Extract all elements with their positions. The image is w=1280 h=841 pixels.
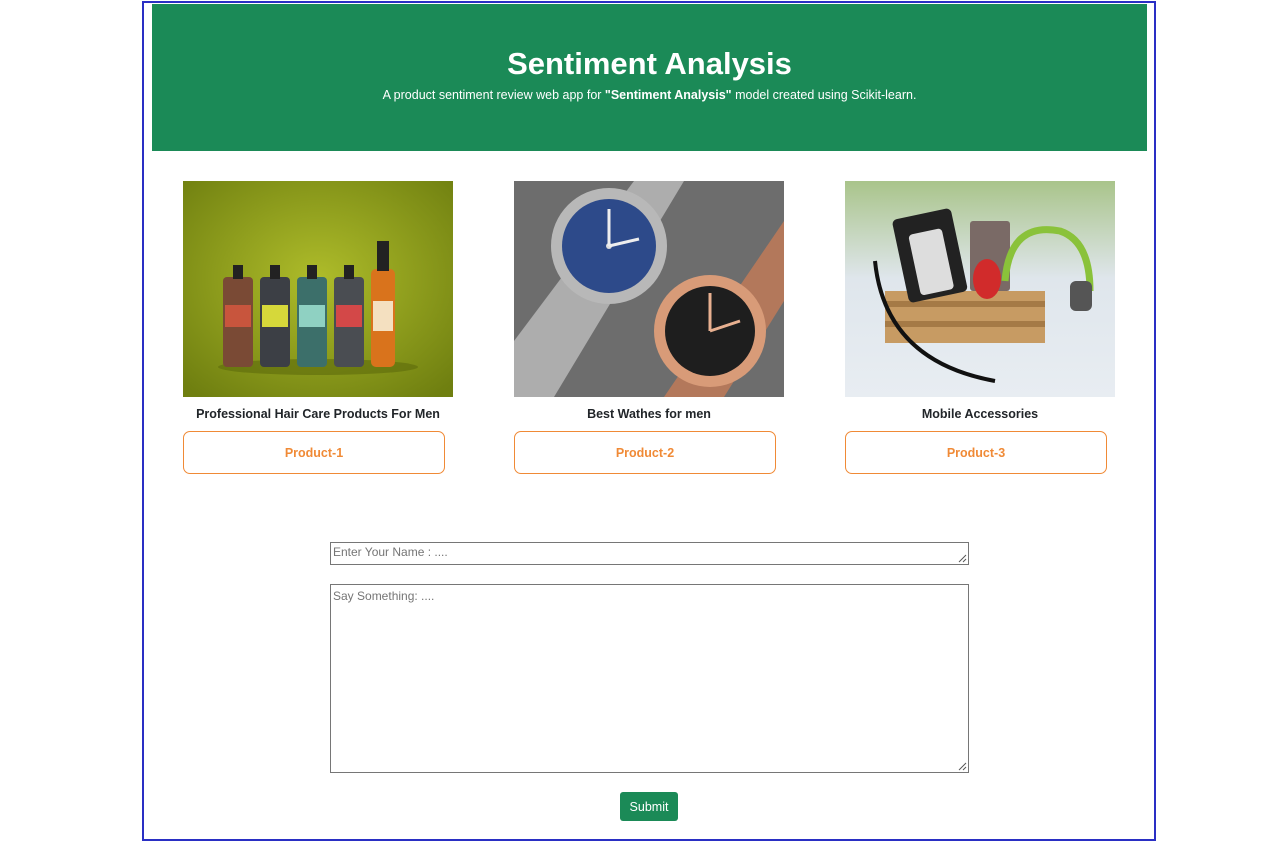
name-input[interactable]: Enter Your Name : ....	[330, 542, 969, 565]
product-caption: Mobile Accessories	[921, 407, 1039, 421]
hero-banner: Sentiment Analysis A product sentiment r…	[152, 4, 1147, 151]
product-card-2: Best Wathes for men Product-2	[514, 181, 784, 474]
product-caption: Best Wathes for men	[587, 407, 711, 421]
page-subtitle: A product sentiment review web app for "…	[152, 86, 1147, 104]
product-image-watches	[514, 181, 784, 397]
subtitle-text-end: model created using Scikit-learn.	[731, 88, 917, 102]
message-textarea-placeholder: Say Something: ....	[333, 589, 435, 603]
product-3-button[interactable]: Product-3	[845, 431, 1107, 474]
product-image-mobile-accessories	[845, 181, 1115, 397]
submit-button[interactable]: Submit	[620, 792, 678, 821]
subtitle-model-name: "Sentiment Analysis"	[604, 88, 732, 102]
message-textarea[interactable]: Say Something: ....	[330, 584, 969, 773]
product-1-button[interactable]: Product-1	[183, 431, 445, 474]
resize-grip-icon[interactable]	[958, 762, 967, 771]
subtitle-text: A product sentiment review web app for	[382, 88, 605, 102]
product-image-hair-care	[183, 181, 453, 397]
product-caption: Professional Hair Care Products For Men	[196, 407, 440, 421]
name-input-placeholder: Enter Your Name : ....	[333, 545, 448, 559]
product-2-button[interactable]: Product-2	[514, 431, 776, 474]
page-title: Sentiment Analysis	[507, 46, 792, 81]
product-card-3: Mobile Accessories Product-3	[845, 181, 1115, 474]
product-card-1: Professional Hair Care Products For Men …	[183, 181, 453, 474]
resize-grip-icon[interactable]	[958, 554, 967, 563]
